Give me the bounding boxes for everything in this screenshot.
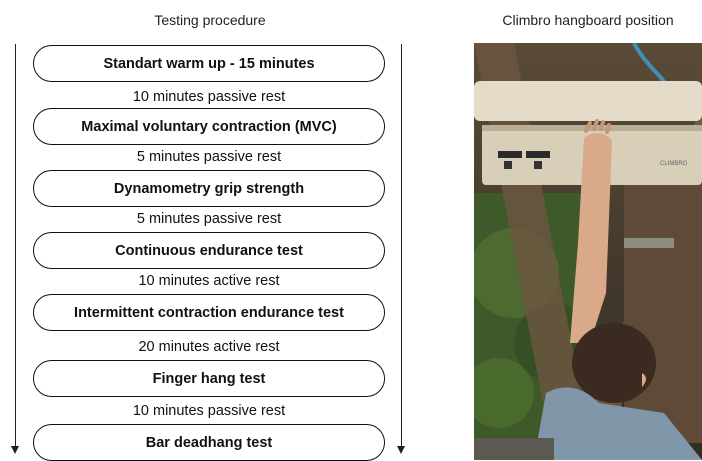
hangboard-photo: CLIMBRO	[474, 43, 702, 460]
wood-bracket	[624, 238, 674, 248]
qr-code-2	[534, 161, 542, 169]
step-bar-deadhang: Bar deadhang test	[33, 424, 385, 461]
qr-code-1	[504, 161, 512, 169]
rest-5: 20 minutes active rest	[138, 339, 280, 355]
hangboard-edge	[482, 125, 702, 131]
app-badge-2	[526, 151, 550, 158]
step-mvc: Maximal voluntary contraction (MVC)	[33, 108, 385, 145]
rest-6: 10 minutes passive rest	[132, 403, 286, 419]
rest-1: 10 minutes passive rest	[132, 89, 286, 105]
step-intermittent-endurance: Intermittent contraction endurance test	[33, 294, 385, 331]
app-badge-1	[498, 151, 522, 158]
board-brand-text: CLIMBRO	[660, 161, 688, 167]
wood-panel-right	[624, 183, 702, 443]
ground	[474, 438, 554, 460]
left-title: Testing procedure	[154, 12, 266, 28]
rest-2: 5 minutes passive rest	[136, 149, 282, 165]
step-warm-up: Standart warm up - 15 minutes	[33, 45, 385, 82]
timeline-arrow-left	[11, 44, 19, 454]
step-continuous-endurance: Continuous endurance test	[33, 232, 385, 269]
hangboard-top	[474, 81, 702, 121]
rest-3: 5 minutes passive rest	[136, 211, 282, 227]
step-finger-hang: Finger hang test	[33, 360, 385, 397]
right-title: Climbro hangboard position	[502, 12, 674, 28]
timeline-arrow-right	[397, 44, 405, 454]
step-dynamometry: Dynamometry grip strength	[33, 170, 385, 207]
head	[572, 323, 656, 403]
rest-4: 10 minutes active rest	[138, 273, 280, 289]
